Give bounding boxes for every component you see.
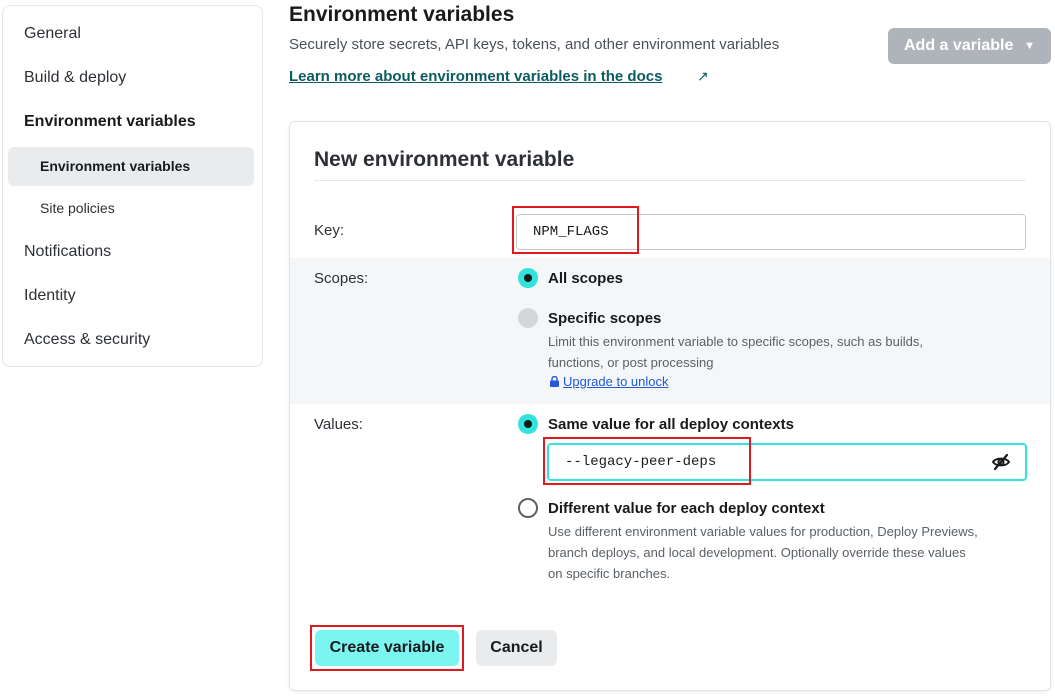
page-subtitle: Securely store secrets, API keys, tokens…: [289, 36, 780, 53]
sidebar-item-general[interactable]: General: [24, 25, 81, 43]
different-value-description-line-3: on specific branches.: [548, 566, 671, 581]
page-title: Environment variables: [289, 3, 515, 26]
sidebar-item-identity[interactable]: Identity: [24, 287, 76, 305]
sidebar-item-access-security[interactable]: Access & security: [24, 331, 150, 349]
highlight-box-key: [512, 206, 639, 254]
settings-sidebar: [2, 5, 263, 367]
upgrade-to-unlock-link[interactable]: Upgrade to unlock: [550, 374, 669, 389]
eye-slash-icon[interactable]: [990, 451, 1012, 473]
specific-scopes-label: Specific scopes: [548, 310, 662, 327]
add-variable-button[interactable]: Add a variable ▼: [888, 28, 1051, 64]
cancel-button[interactable]: Cancel: [476, 630, 557, 666]
sidebar-item-environment-variables[interactable]: Environment variables: [24, 113, 196, 131]
card-title: New environment variable: [314, 148, 575, 171]
different-value-description-line-1: Use different environment variable value…: [548, 524, 978, 539]
highlight-box-create: [310, 625, 464, 671]
radio-all-scopes[interactable]: [518, 268, 538, 288]
sidebar-item-notifications[interactable]: Notifications: [24, 243, 111, 261]
sidebar-item-build-deploy[interactable]: Build & deploy: [24, 69, 126, 87]
sidebar-subitem-site-policies[interactable]: Site policies: [8, 189, 254, 228]
key-label: Key:: [314, 222, 345, 239]
divider: [314, 180, 1026, 181]
docs-link[interactable]: Learn more about environment variables i…: [289, 68, 662, 85]
all-scopes-label: All scopes: [548, 270, 624, 287]
specific-scopes-description-line-1: Limit this environment variable to speci…: [548, 334, 924, 349]
specific-scopes-description-line-2: functions, or post processing: [548, 355, 714, 370]
values-label: Values:: [314, 416, 363, 433]
different-value-description-line-2: branch deploys, and local development. O…: [548, 545, 966, 560]
sidebar-subitem-environment-variables[interactable]: Environment variables: [8, 147, 254, 186]
radio-different-value[interactable]: [518, 498, 538, 518]
lock-icon: [550, 376, 559, 387]
new-variable-card: [289, 121, 1051, 691]
radio-specific-scopes[interactable]: [518, 308, 538, 328]
same-value-label: Same value for all deploy contexts: [548, 416, 794, 433]
different-value-label: Different value for each deploy context: [548, 500, 825, 517]
radio-same-value[interactable]: [518, 414, 538, 434]
upgrade-link-label: Upgrade to unlock: [563, 374, 669, 389]
add-variable-label: Add a variable: [904, 37, 1014, 54]
highlight-box-value: [543, 437, 751, 485]
external-link-arrow-icon: ↗: [697, 68, 709, 84]
chevron-down-icon: ▼: [1024, 40, 1035, 52]
scopes-label: Scopes:: [314, 270, 369, 287]
